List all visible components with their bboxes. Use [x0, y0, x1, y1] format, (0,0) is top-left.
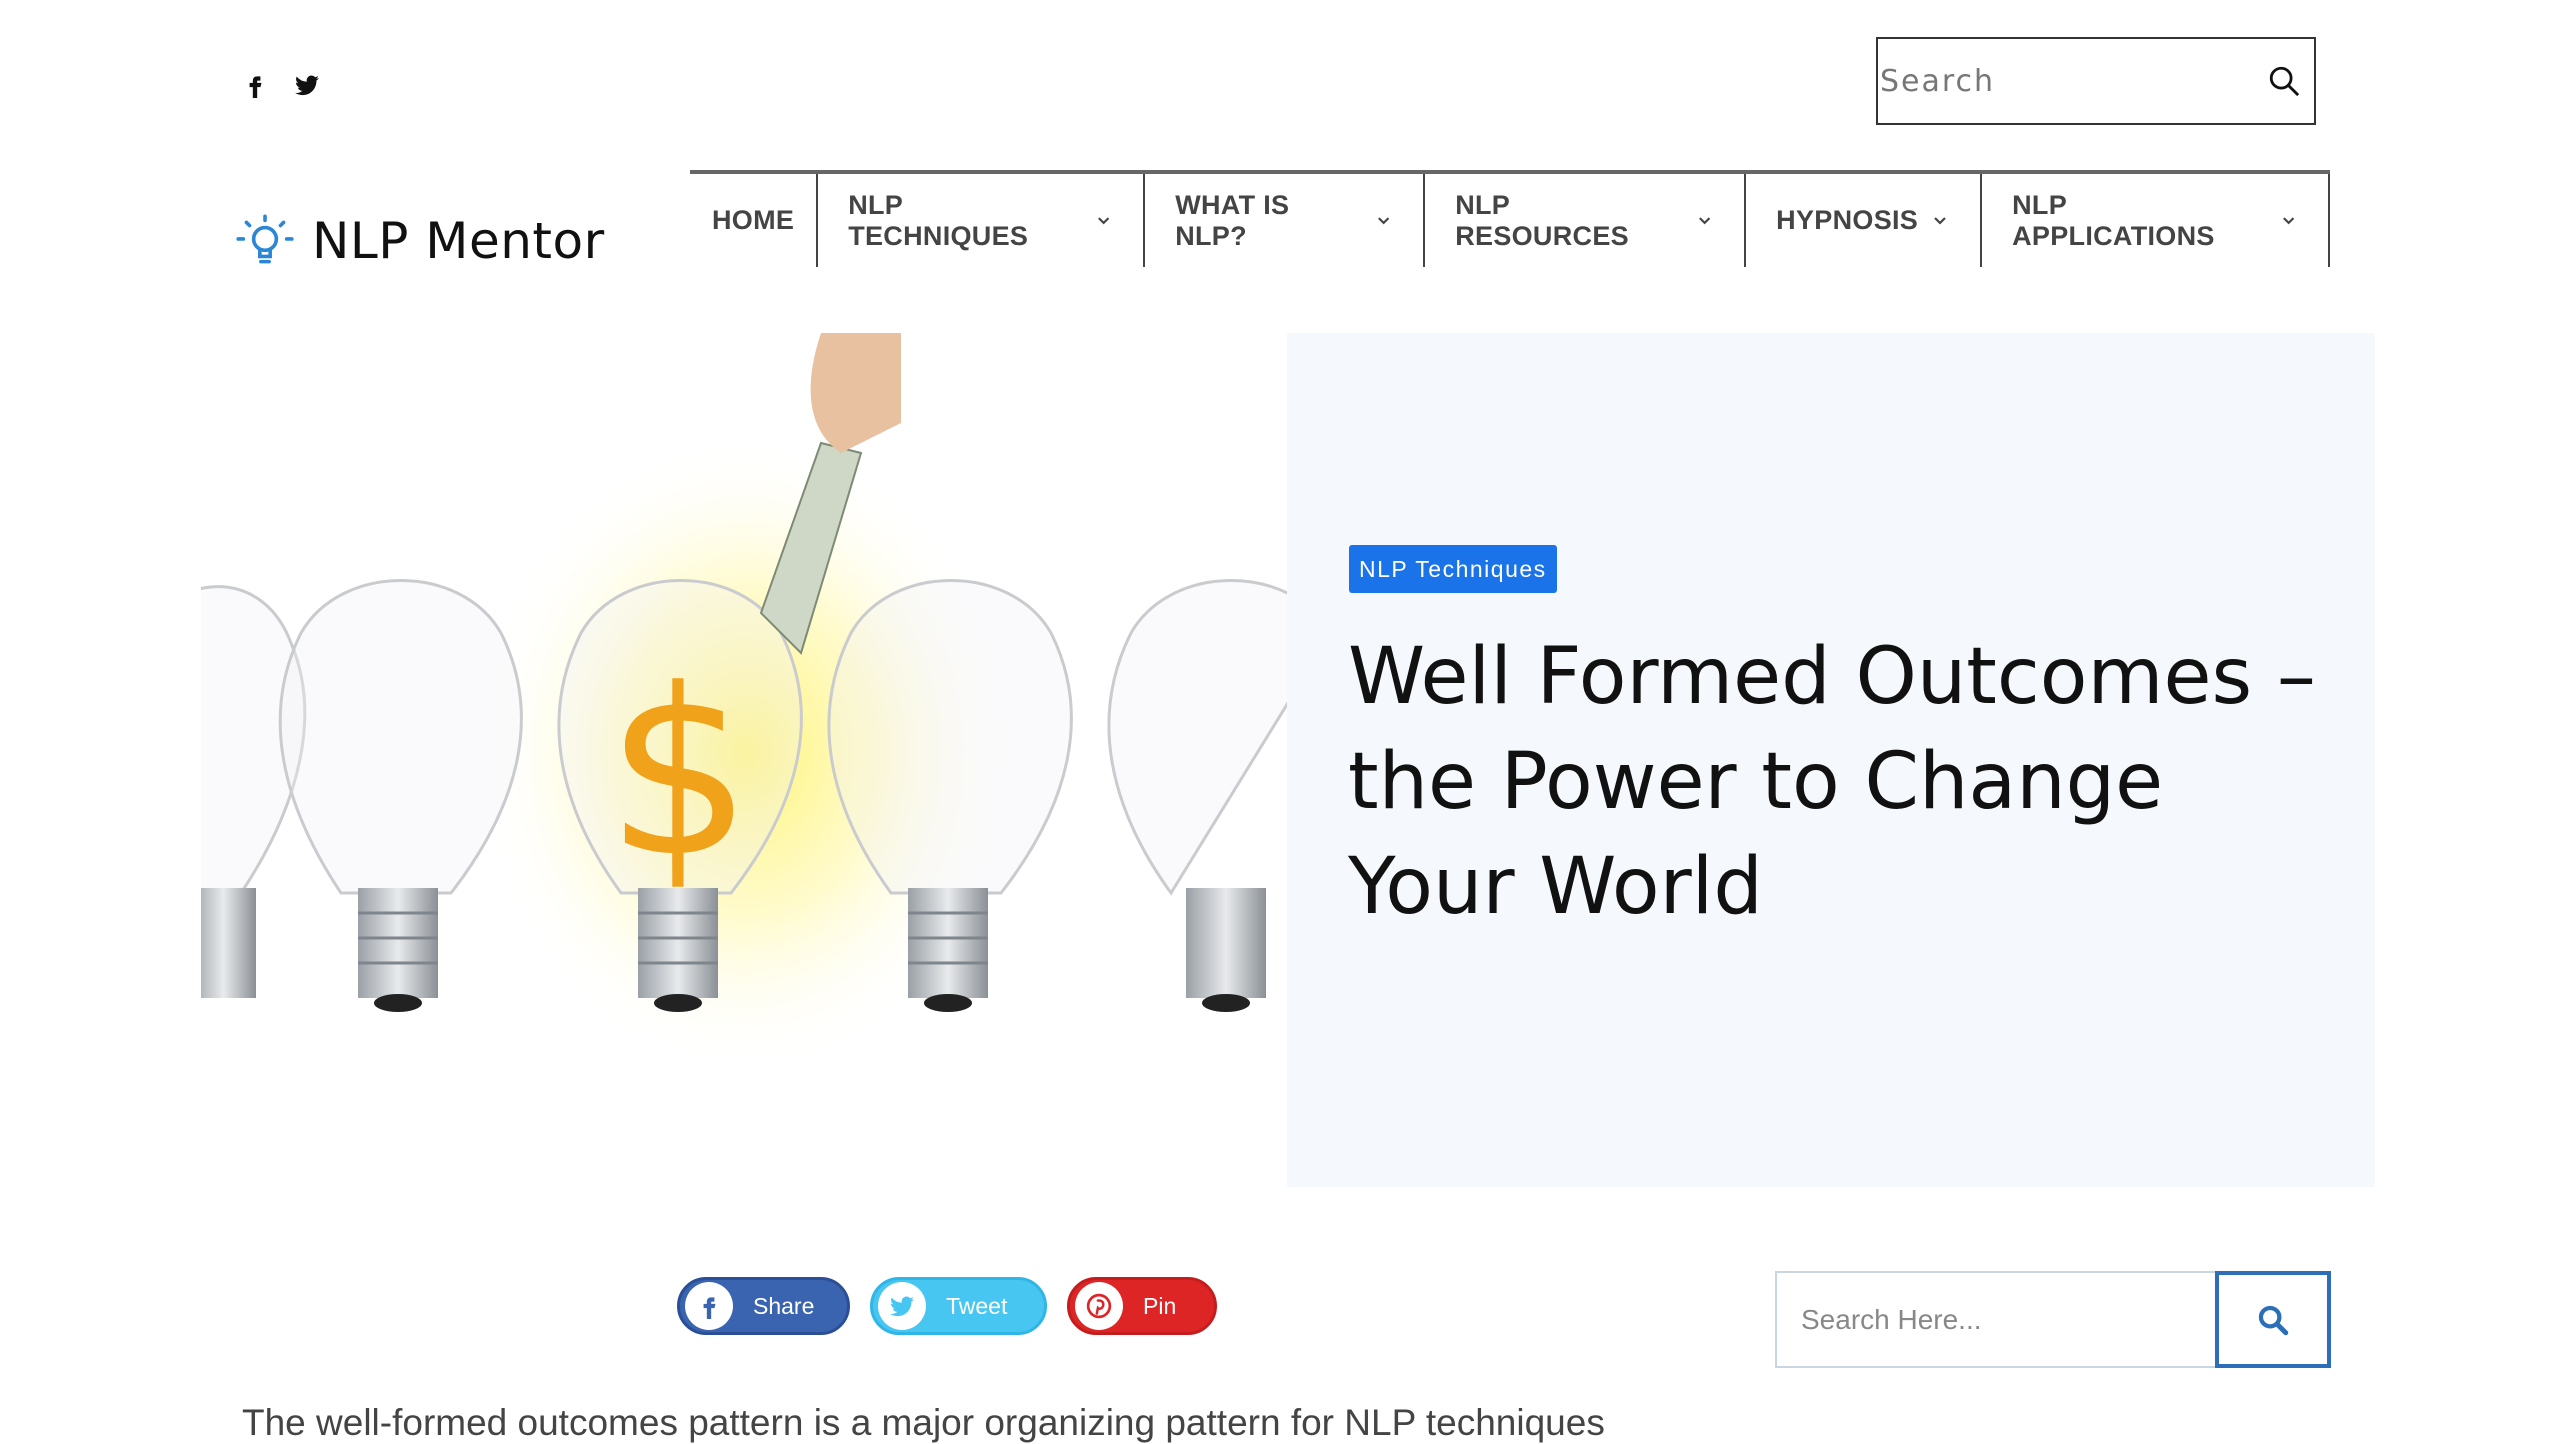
facebook-icon[interactable]	[242, 72, 268, 98]
twitter-share-button[interactable]: Tweet	[870, 1277, 1047, 1335]
nav-item-nlp-resources[interactable]: NLP RESOURCES	[1423, 174, 1744, 267]
nav-item-nlp-techniques[interactable]: NLP TECHNIQUES	[816, 174, 1143, 267]
category-badge[interactable]: NLP Techniques	[1349, 545, 1557, 593]
social-links	[242, 72, 320, 98]
featured-image[interactable]: $	[201, 333, 1287, 1187]
share-label: Share	[753, 1292, 815, 1319]
tweet-label: Tweet	[946, 1292, 1008, 1319]
sidebar-search-input[interactable]	[1775, 1271, 2215, 1368]
logo-text: NLP Mentor	[312, 212, 605, 270]
nav-item-nlp-applications[interactable]: NLP APPLICATIONS	[1980, 174, 2330, 267]
post-title: Well Formed Outcomes – the Power to Chan…	[1348, 632, 2316, 932]
facebook-icon	[685, 1282, 733, 1330]
search-icon[interactable]	[2253, 38, 2314, 124]
twitter-icon[interactable]	[294, 72, 320, 98]
pinterest-share-button[interactable]: Pin	[1067, 1277, 1217, 1335]
chevron-down-icon	[1097, 216, 1110, 224]
nav-item-label: HOME	[712, 205, 795, 235]
nav-item-what-is-nlp[interactable]: WHAT IS NLP?	[1143, 174, 1423, 267]
pinterest-icon	[1075, 1282, 1123, 1330]
chevron-down-icon	[1934, 216, 1946, 225]
nav-item-label: NLP APPLICATIONS	[2012, 189, 2215, 251]
twitter-icon	[878, 1282, 926, 1330]
nav-item-label: HYPNOSIS	[1776, 205, 1919, 235]
chevron-down-icon	[2282, 216, 2294, 224]
search-icon	[2258, 1305, 2289, 1335]
nav-item-label: NLP TECHNIQUES	[848, 189, 1029, 251]
nav-item-hypnosis[interactable]: HYPNOSIS	[1744, 174, 1980, 267]
main-nav: HOME NLP TECHNIQUES WHAT IS NLP? NLP RES…	[690, 170, 2330, 267]
sidebar-search	[1775, 1271, 2331, 1368]
svg-text:$: $	[606, 641, 752, 908]
article-intro: The well-formed outcomes pattern is a ma…	[242, 1402, 1605, 1443]
sidebar-search-button[interactable]	[2215, 1271, 2331, 1368]
chevron-down-icon	[1377, 216, 1390, 224]
nav-item-label: NLP RESOURCES	[1455, 189, 1629, 251]
header-search-input[interactable]	[1878, 39, 2253, 123]
header-search	[1876, 37, 2316, 125]
lightbulb-icon	[236, 214, 294, 264]
nav-item-home[interactable]: HOME	[690, 174, 816, 267]
nav-item-label: WHAT IS NLP?	[1175, 189, 1290, 251]
facebook-share-button[interactable]: Share	[677, 1277, 850, 1335]
chevron-down-icon	[1698, 216, 1711, 224]
pin-label: Pin	[1143, 1292, 1177, 1319]
site-logo[interactable]: NLP Mentor	[232, 208, 605, 274]
